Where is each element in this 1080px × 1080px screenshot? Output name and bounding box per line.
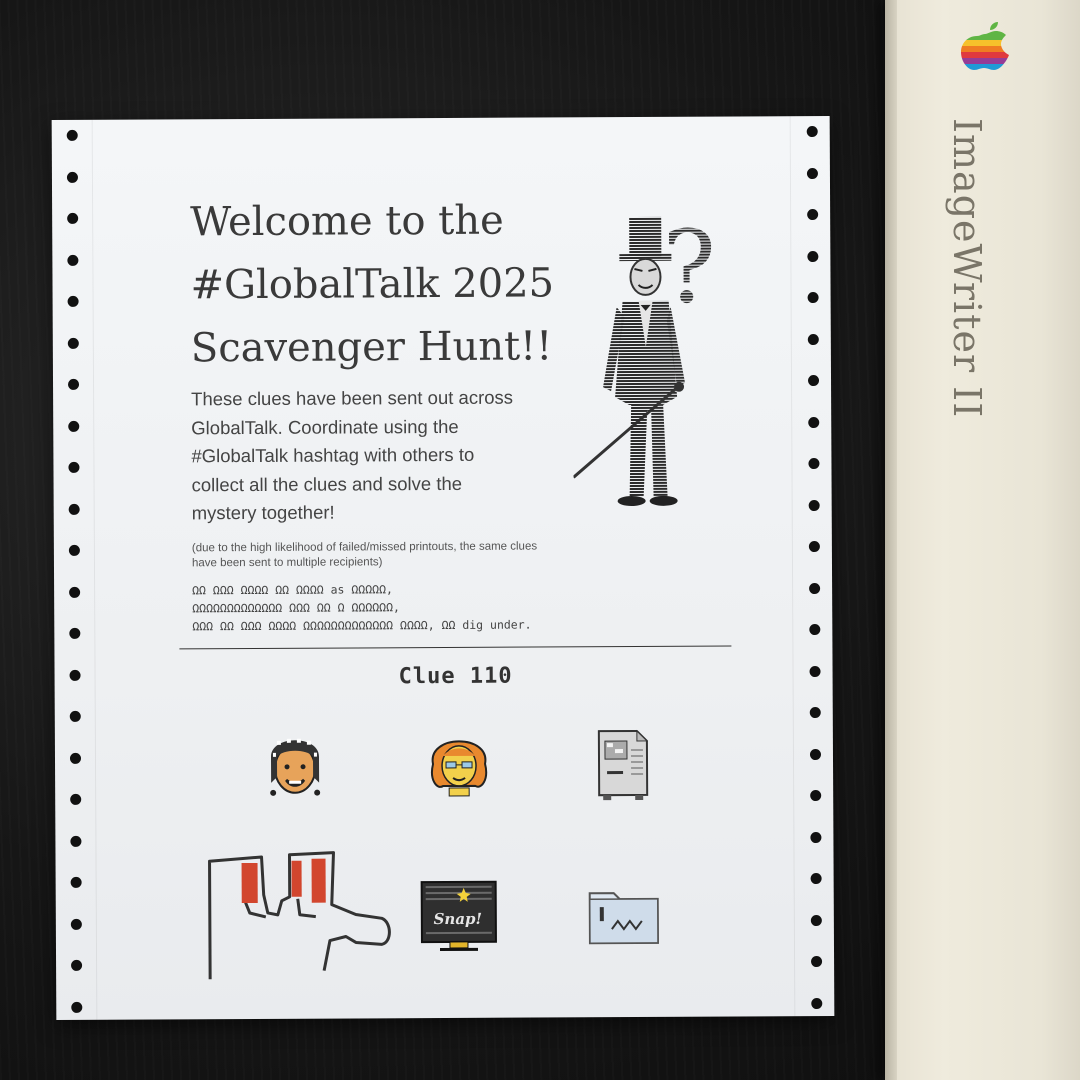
snap-tv-icon: Snap! xyxy=(420,880,497,952)
feed-hole-left xyxy=(69,586,81,598)
feed-hole-left xyxy=(70,918,82,930)
feed-hole-right xyxy=(809,707,821,719)
intro-line: mystery together! xyxy=(191,501,335,524)
feed-hole-right xyxy=(809,665,821,677)
feed-hole-right xyxy=(810,831,822,843)
cipher-line: ΩΩΩΩΩΩΩΩΩΩΩΩΩ ΩΩΩ ΩΩ Ω ΩΩΩΩΩΩ, xyxy=(192,600,400,616)
feed-hole-left xyxy=(68,461,80,473)
orange-haired-woman-face-icon xyxy=(431,740,488,797)
feed-hole-left xyxy=(69,669,81,681)
glove-hand-drawing-icon xyxy=(208,851,391,980)
feed-hole-right xyxy=(807,292,819,304)
intro-paragraph: These clues have been sent out across Gl… xyxy=(191,383,572,527)
feed-hole-right xyxy=(808,458,820,470)
feed-hole-right xyxy=(810,873,822,885)
feed-hole-left xyxy=(67,337,79,349)
feed-hole-left xyxy=(70,876,82,888)
feed-hole-left xyxy=(68,420,80,432)
printout-note: (due to the high likelihood of failed/mi… xyxy=(192,539,612,571)
feed-hole-right xyxy=(806,167,818,179)
feed-hole-right xyxy=(809,748,822,760)
note-line: have been sent to multiple recipients) xyxy=(191,556,383,570)
feed-hole-left xyxy=(69,627,81,639)
intro-line: These clues have been sent out across xyxy=(191,386,514,410)
printout-paper: Welcome to the #GlobalTalk 2025 Scavenge… xyxy=(51,115,835,1021)
feed-hole-right xyxy=(809,624,821,636)
feed-hole-right xyxy=(808,541,820,553)
imagewriter-printer: ImageWriter II xyxy=(885,0,1080,1080)
feed-hole-right xyxy=(810,914,822,926)
feed-hole-left xyxy=(70,835,82,847)
compact-mac-icon xyxy=(597,729,649,801)
feed-hole-left xyxy=(69,710,81,722)
feed-hole-left xyxy=(67,254,79,266)
feed-hole-right xyxy=(811,956,823,968)
intro-line: #GlobalTalk hashtag with others to xyxy=(191,443,475,467)
feed-hole-right xyxy=(810,790,822,802)
feed-hole-right xyxy=(807,250,819,262)
feed-hole-left xyxy=(67,212,79,224)
feed-hole-right xyxy=(806,126,818,138)
clue-label: Clue 110 xyxy=(398,663,513,690)
feed-hole-right xyxy=(807,209,819,221)
feed-hole-right xyxy=(807,375,820,387)
feed-hole-left xyxy=(68,544,80,556)
feed-hole-left xyxy=(67,295,79,307)
perforation-line-left xyxy=(91,119,98,1020)
bearded-man-face-icon xyxy=(270,738,321,796)
feed-hole-left xyxy=(66,171,78,183)
cipher-line: ΩΩΩ ΩΩ ΩΩΩ ΩΩΩΩ ΩΩΩΩΩΩΩΩΩΩΩΩΩ ΩΩΩΩ, ΩΩ d… xyxy=(192,617,532,634)
feed-hole-right xyxy=(811,997,823,1009)
note-line: (due to the high likelihood of failed/mi… xyxy=(191,540,538,555)
feed-hole-left xyxy=(71,1001,83,1013)
intro-line: collect all the clues and solve the xyxy=(191,472,463,495)
page-title: Welcome to the #GlobalTalk 2025 Scavenge… xyxy=(190,189,591,380)
feed-hole-right xyxy=(809,582,821,594)
feed-hole-left xyxy=(66,129,78,141)
feed-hole-left xyxy=(68,378,80,390)
feed-hole-right xyxy=(808,499,820,511)
feed-hole-left xyxy=(71,959,83,971)
rainbow-apple-logo-icon xyxy=(961,22,1009,70)
printer-model-label: ImageWriter II xyxy=(945,118,989,419)
cipher-line: ΩΩ ΩΩΩ ΩΩΩΩ ΩΩ ΩΩΩΩ as ΩΩΩΩΩ, xyxy=(192,582,393,598)
feed-hole-right xyxy=(808,416,820,428)
cipher-text: ΩΩ ΩΩΩ ΩΩΩΩ ΩΩ ΩΩΩΩ as ΩΩΩΩΩ, ΩΩΩΩΩΩΩΩΩΩ… xyxy=(192,578,752,635)
feed-hole-left xyxy=(69,752,82,764)
section-divider xyxy=(179,645,732,650)
folder-icon xyxy=(588,892,659,945)
ringmaster-top-hat-question-mark-icon: ? xyxy=(572,209,716,507)
feed-hole-left xyxy=(68,503,80,515)
feed-hole-right xyxy=(807,333,819,345)
snap-label: Snap! xyxy=(434,910,483,928)
intro-line: GlobalTalk. Coordinate using the xyxy=(191,415,459,438)
title-line: Scavenger Hunt!! xyxy=(190,323,553,372)
feed-hole-left xyxy=(70,793,82,805)
printer-edge xyxy=(885,0,897,1080)
title-line: #GlobalTalk 2025 xyxy=(190,260,555,309)
title-line: Welcome to the xyxy=(190,197,504,246)
perforation-line-right xyxy=(789,116,796,1017)
